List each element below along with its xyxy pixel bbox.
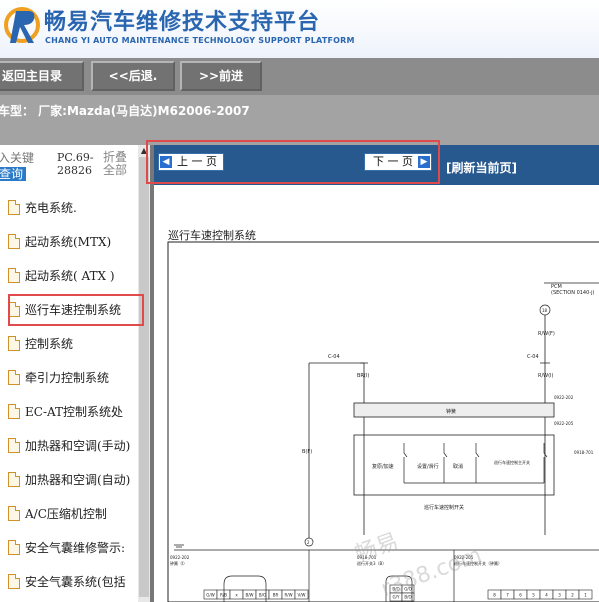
tree-item[interactable]: 控制系统 bbox=[6, 333, 138, 355]
connector-pins-right: 8 7 6 5 4 3 2 1 bbox=[487, 589, 593, 600]
document-icon bbox=[8, 336, 20, 351]
connector-pin-label: 4 bbox=[545, 593, 548, 598]
header: 畅易汽车维修技术支持平台 CHANG YI AUTO MAINTENANCE T… bbox=[0, 0, 599, 58]
conn-0922-202-b-label: 0922-202 bbox=[170, 555, 190, 560]
pcm-section-label: (SECTION 0140-j) bbox=[551, 290, 594, 296]
model-info: 车型： 厂家:Mazda(马自达)M62006-2007 bbox=[0, 104, 250, 118]
tree-item-label: 起动系统(MTX) bbox=[25, 235, 112, 249]
document-icon bbox=[8, 200, 20, 215]
tree-item[interactable]: 安全气囊维修警示: bbox=[6, 537, 138, 559]
conn-0922-205-label: 0922-205 bbox=[554, 421, 574, 426]
connector-pin-label: R/B bbox=[220, 593, 227, 598]
switch-cancel-label: 取消 bbox=[453, 463, 463, 470]
tree-item[interactable]: 充电系统. bbox=[6, 197, 138, 219]
left-panel: 入关键 查询 PC.69- 28826 折叠 全部 充电系统. 起动系统(MTX… bbox=[0, 145, 154, 602]
tree-item[interactable]: 牵引力控制系统 bbox=[6, 367, 138, 389]
pin-18-label: 18 bbox=[542, 308, 548, 313]
model-bar: 车型： 厂家:Mazda(马自达)M62006-2007 bbox=[0, 95, 599, 145]
content-panel: ◀ 上 一 页 下 一 页 ▶ [刷新当前页] 巡行车速控制系统 PCM (SE… bbox=[154, 145, 599, 602]
tab-collapse-line2: 全部 bbox=[103, 163, 128, 177]
nav-bar: 返回主目录 <<后退. >>前进 bbox=[0, 58, 599, 95]
connector-pins-left: G/W R/B x B/W B/O BR R/W V/W bbox=[203, 589, 309, 600]
tree-item-label: 充电系统. bbox=[25, 201, 77, 215]
tree-item[interactable]: A/C压缩机控制 bbox=[6, 503, 138, 525]
connector-pin-label: BR bbox=[273, 593, 279, 598]
tree-item[interactable]: EC-AT控制系统处 bbox=[6, 401, 138, 423]
connector-pin-label: 8 bbox=[493, 593, 496, 598]
connector-pin-label: 2 bbox=[571, 593, 574, 598]
tree-item-label: 牵引力控制系统 bbox=[25, 371, 110, 385]
highlight-selected-item bbox=[8, 294, 144, 326]
tree-item-label: EC-AT控制系统处 bbox=[25, 405, 124, 419]
switch-caption: 巡行车速控制开关 bbox=[424, 504, 464, 511]
tree-item[interactable]: 起动系统( ATX ) bbox=[6, 265, 138, 287]
document-icon bbox=[8, 404, 20, 419]
tab-collapse-all[interactable]: 折叠 全部 bbox=[103, 151, 127, 177]
switch-set-label: 设置/滑行 bbox=[417, 463, 439, 470]
tree-item-label: 控制系统 bbox=[25, 337, 74, 351]
tab-code-line1: PC.69- bbox=[57, 151, 94, 164]
document-icon bbox=[8, 540, 20, 555]
clock-spring-label: 钟簧 bbox=[446, 408, 456, 415]
tab-keyword-query[interactable]: 查询 bbox=[0, 167, 26, 181]
forward-button[interactable]: >>前进 bbox=[180, 61, 262, 91]
changyi-logo bbox=[4, 7, 40, 43]
tree-item-label: 起动系统( ATX ) bbox=[25, 269, 115, 283]
wire-rwf-label: R/W(F) bbox=[538, 331, 555, 337]
wire-rwi-label: R/W(I) bbox=[538, 373, 554, 379]
connector-pin-label: 6 bbox=[519, 593, 522, 598]
connector-pin-label: R/W bbox=[284, 593, 292, 598]
tree-item[interactable]: 安全气囊系统(包括 bbox=[6, 571, 138, 593]
conn-0922-202-label: 0922-202 bbox=[554, 395, 574, 400]
connector-pin-label: 7 bbox=[506, 593, 509, 598]
tree-item[interactable]: 起动系统(MTX) bbox=[6, 231, 138, 253]
document-icon bbox=[8, 438, 20, 453]
tree-item-label: 加热器和空调(自动) bbox=[25, 473, 131, 487]
tree-item[interactable]: 加热器和空调(手动) bbox=[6, 435, 138, 457]
clock-spring-b-label: 钟簧（I） bbox=[170, 560, 187, 566]
conn-c04-left-label: C-04 bbox=[328, 354, 340, 360]
scroll-thumb[interactable] bbox=[139, 157, 149, 597]
left-tabs: 入关键 查询 PC.69- 28826 折叠 全部 bbox=[0, 145, 154, 195]
document-icon bbox=[8, 370, 20, 385]
refresh-page-link[interactable]: [刷新当前页] bbox=[446, 159, 517, 176]
platform-subtitle: CHANG YI AUTO MAINTENANCE TECHNOLOGY SUP… bbox=[45, 36, 355, 45]
document-icon bbox=[8, 234, 20, 249]
wire-bf-label: B(F) bbox=[302, 449, 312, 455]
tree-item-label: 安全气囊维修警示: bbox=[25, 541, 126, 555]
tree-item-label: A/C压缩机控制 bbox=[25, 507, 107, 521]
connector-pin-label: 1 bbox=[584, 593, 587, 598]
connector-pin-label: 5 bbox=[532, 593, 535, 598]
connector-pin-label: V/W bbox=[297, 593, 305, 598]
page: 畅易汽车维修技术支持平台 CHANG YI AUTO MAINTENANCE T… bbox=[0, 0, 599, 602]
wire-bri-label: BR(I) bbox=[357, 373, 369, 379]
conn-0918-701-label: 0918-701 bbox=[574, 450, 594, 455]
tree-item[interactable]: 加热器和空调(自动) bbox=[6, 469, 138, 491]
connector-pin-label: 3 bbox=[558, 593, 561, 598]
tab-code-line2: 28826 bbox=[57, 164, 92, 177]
tab-code[interactable]: PC.69- 28826 bbox=[57, 151, 94, 177]
highlight-pager bbox=[146, 140, 440, 184]
platform-title: 畅易汽车维修技术支持平台 bbox=[44, 10, 321, 35]
document-icon bbox=[8, 574, 20, 589]
back-button[interactable]: <<后退. bbox=[91, 61, 175, 91]
connector-pin-label: G/W bbox=[206, 593, 214, 598]
connector-pin-label: B/W bbox=[245, 593, 253, 598]
document-icon bbox=[8, 472, 20, 487]
switch-main-label: 巡行车速控制主开关 bbox=[494, 459, 530, 465]
tab-keyword-search[interactable]: 入关键 bbox=[0, 151, 34, 165]
switch-resume-label: 复原/加速 bbox=[372, 463, 394, 470]
connector-pin-label: B/O bbox=[259, 593, 266, 598]
home-button[interactable]: 返回主目录 bbox=[0, 61, 84, 91]
conn-c04-right-label: C-04 bbox=[527, 354, 539, 360]
document-icon bbox=[8, 268, 20, 283]
tree-item-label: 安全气囊系统(包括 bbox=[25, 575, 126, 589]
tree-item-label: 加热器和空调(手动) bbox=[25, 439, 131, 453]
document-icon bbox=[8, 506, 20, 521]
